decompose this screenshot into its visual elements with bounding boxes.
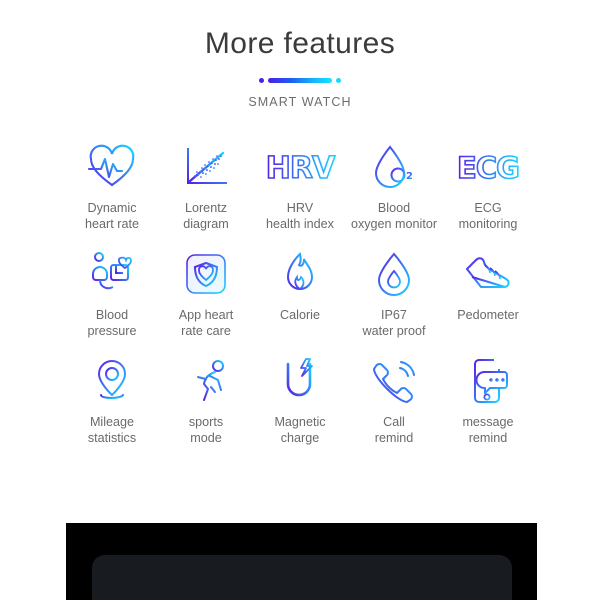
feature-item-pedometer[interactable]: Pedometer xyxy=(441,250,535,324)
feature-row: Dynamic heart rate Lorentz diagram HRV H… xyxy=(65,143,535,232)
water-drop-icon xyxy=(375,250,413,298)
feature-label: HRV health index xyxy=(266,201,334,231)
feature-grid: Dynamic heart rate Lorentz diagram HRV H… xyxy=(65,143,535,446)
feature-item-app-heart-rate-care[interactable]: App heart rate care xyxy=(159,250,253,339)
svg-text:ECG: ECG xyxy=(457,151,519,185)
feature-page: More features SMART WATCH Dynamic heart … xyxy=(0,0,600,600)
feature-item-sports-mode[interactable]: sports mode xyxy=(159,357,253,446)
device-screen xyxy=(92,555,512,600)
feature-label: Mileage statistics xyxy=(87,415,137,445)
feature-item-call-remind[interactable]: Call remind xyxy=(347,357,441,446)
flame-icon xyxy=(280,250,320,298)
feature-label: Dynamic heart rate xyxy=(85,201,139,231)
feature-item-ip67-water-proof[interactable]: IP67 water proof xyxy=(347,250,441,339)
feature-item-mileage-statistics[interactable]: Mileage statistics xyxy=(65,357,159,446)
device-image-panel xyxy=(66,523,537,600)
feature-row: Blood pressure App heart rate care Calor… xyxy=(65,250,535,339)
divider-gradient-bar xyxy=(268,77,332,83)
feature-label: message remind xyxy=(462,415,514,445)
running-person-icon xyxy=(182,357,230,405)
feature-label: Lorentz diagram xyxy=(183,201,229,231)
phone-ring-icon xyxy=(370,357,418,405)
feature-item-calorie[interactable]: Calorie xyxy=(253,250,347,324)
heart-pulse-icon xyxy=(87,143,136,191)
svg-text:2: 2 xyxy=(406,171,413,182)
svg-text:HRV: HRV xyxy=(266,151,336,186)
sneaker-icon xyxy=(463,250,513,298)
feature-item-message-remind[interactable]: message remind xyxy=(441,357,535,446)
feature-row: Mileage statistics sports mode Magnetic … xyxy=(65,357,535,446)
feature-label: Call remind xyxy=(374,415,414,445)
divider-dot-right-icon xyxy=(336,77,341,83)
feature-label: Calorie xyxy=(280,308,320,322)
feature-item-ecg-monitoring[interactable]: ECG ECG monitoring xyxy=(441,143,535,232)
page-header: More features SMART WATCH xyxy=(0,0,600,109)
feature-label: Blood oxygen monitor xyxy=(350,201,438,231)
hrv-text-icon: HRV xyxy=(265,143,338,191)
feature-label: Blood pressure xyxy=(87,308,137,338)
feature-item-blood-pressure[interactable]: Blood pressure xyxy=(65,250,159,339)
feature-item-hrv-health-index[interactable]: HRV HRV health index xyxy=(253,143,347,232)
feature-label: Pedometer xyxy=(457,308,519,322)
feature-label: IP67 water proof xyxy=(362,308,426,338)
ecg-text-icon: ECG xyxy=(456,143,521,191)
feature-label: ECG monitoring xyxy=(458,201,518,231)
phone-message-icon xyxy=(468,357,508,405)
feature-label: sports mode xyxy=(188,415,224,445)
divider-dot-left-icon xyxy=(259,77,264,83)
feature-item-magnetic-charge[interactable]: Magnetic charge xyxy=(253,357,347,446)
page-title: More features xyxy=(204,27,396,60)
page-subtitle: SMART WATCH xyxy=(248,95,352,109)
feature-item-dynamic-heart-rate[interactable]: Dynamic heart rate xyxy=(65,143,159,232)
feature-label: App heart rate care xyxy=(178,308,234,338)
feature-label: Magnetic charge xyxy=(274,415,326,445)
blood-oxygen-drop-icon: 2 xyxy=(372,143,416,191)
feature-item-blood-oxygen-monitor[interactable]: 2 Blood oxygen monitor xyxy=(347,143,441,232)
scatter-plot-icon xyxy=(183,143,229,191)
feature-item-lorentz-diagram[interactable]: Lorentz diagram xyxy=(159,143,253,232)
map-pin-icon xyxy=(92,357,132,405)
section-divider xyxy=(259,77,341,83)
magnet-bolt-icon xyxy=(279,357,321,405)
blood-pressure-cuff-icon xyxy=(89,250,135,298)
app-shield-heart-icon xyxy=(184,250,228,298)
